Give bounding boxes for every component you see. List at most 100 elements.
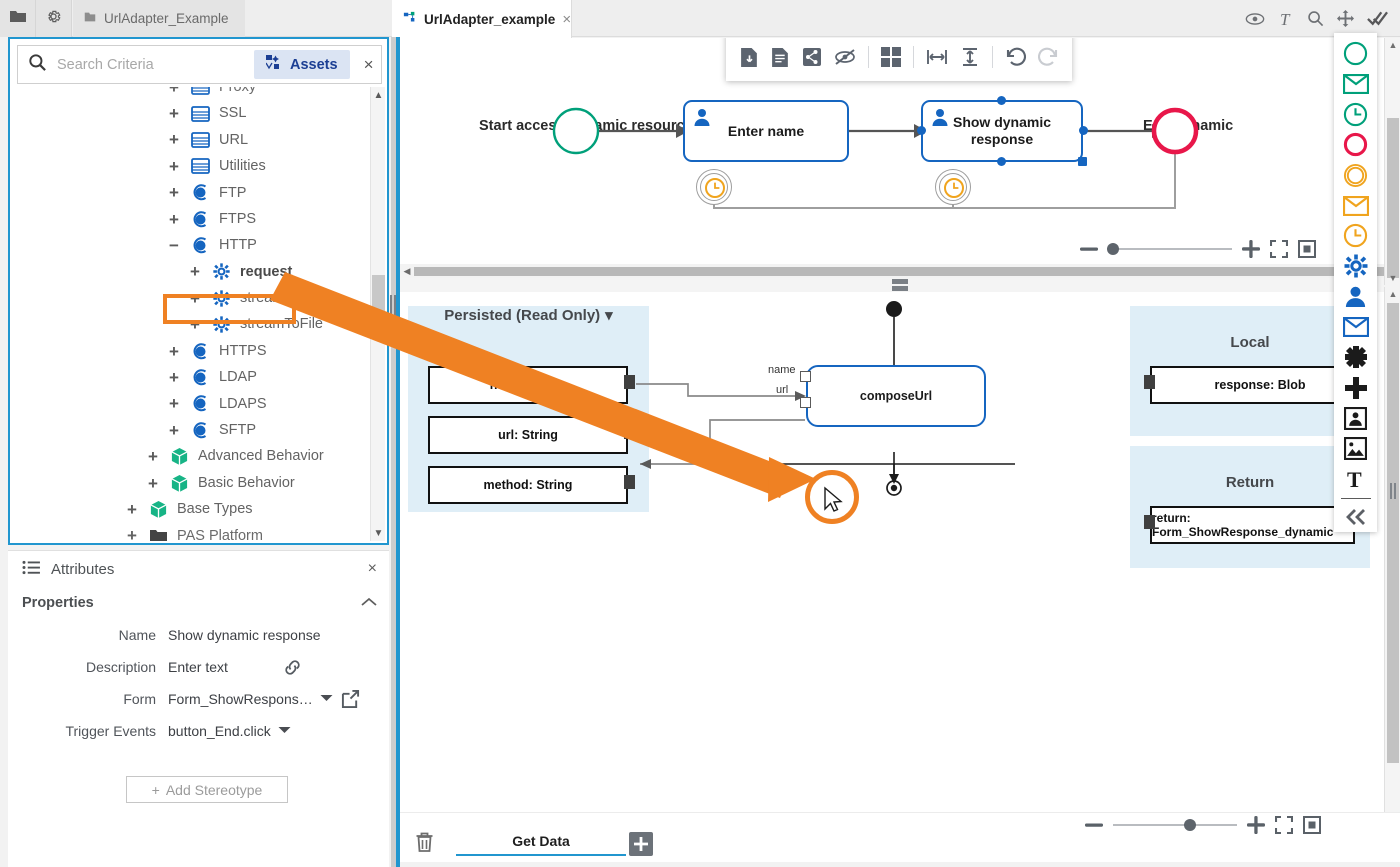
collapse-palette-icon[interactable]: [1338, 503, 1374, 532]
plus-shape-icon[interactable]: [1338, 373, 1374, 402]
collapse-icon[interactable]: −: [166, 237, 182, 254]
hscroll-thumb[interactable]: [414, 267, 1384, 276]
expand-icon[interactable]: +: [166, 369, 182, 386]
expand-icon[interactable]: +: [166, 87, 182, 96]
expand-icon[interactable]: +: [187, 316, 203, 333]
chevron-down-icon[interactable]: [278, 725, 291, 737]
gateway-icon[interactable]: [1338, 343, 1374, 372]
share-icon[interactable]: [802, 47, 822, 67]
task-enter-name[interactable]: Enter name: [683, 100, 849, 162]
expand-icon[interactable]: +: [145, 475, 161, 492]
grid-icon[interactable]: [881, 47, 901, 67]
zoom-slider-track[interactable]: [1113, 824, 1237, 826]
expand-icon[interactable]: +: [166, 158, 182, 175]
tree-item-streamtofile[interactable]: +streamToFile: [12, 312, 372, 338]
open-external-icon[interactable]: [341, 690, 360, 709]
vertical-splitter-grip[interactable]: [390, 295, 396, 317]
double-check-icon[interactable]: [1367, 10, 1388, 27]
tree-item-streamfromfile[interactable]: +streamFromFile: [12, 285, 372, 311]
search-icon[interactable]: [1307, 10, 1324, 27]
expand-icon[interactable]: +: [166, 422, 182, 439]
actual-size-icon[interactable]: [1303, 816, 1321, 834]
selection-handle[interactable]: [1079, 126, 1088, 135]
variable-pin[interactable]: [624, 425, 635, 439]
tree-item-pas-platform[interactable]: +PAS Platform: [12, 523, 372, 541]
tree-item-url[interactable]: +URL: [12, 127, 372, 153]
canvas-splitter[interactable]: [400, 278, 1400, 292]
tree-item-ssl[interactable]: +SSL: [12, 100, 372, 126]
variable-pin[interactable]: [1144, 515, 1155, 529]
scroll-down-icon[interactable]: ▼: [371, 525, 386, 541]
scroll-thumb[interactable]: [372, 275, 385, 320]
zoom-in-button[interactable]: [1242, 240, 1260, 258]
text-icon[interactable]: T: [1278, 10, 1294, 28]
chevron-down-icon[interactable]: [320, 693, 333, 705]
variable-pin[interactable]: [624, 375, 635, 389]
document-tab[interactable]: UrlAdapter_example ×: [392, 0, 572, 38]
user-task-icon[interactable]: [1338, 282, 1374, 311]
project-tab[interactable]: UrlAdapter_Example: [73, 0, 245, 37]
link-icon[interactable]: [283, 658, 302, 677]
assets-filter-button[interactable]: Assets: [254, 50, 350, 79]
trash-icon[interactable]: [414, 831, 435, 858]
fit-screen-icon[interactable]: [1275, 816, 1293, 834]
message-intermediate-event-icon[interactable]: [1338, 191, 1374, 220]
tree-item-ldap[interactable]: +LDAP: [12, 364, 372, 390]
canvas-horizontal-scrollbar[interactable]: ◀: [400, 264, 1400, 278]
document-icon[interactable]: [771, 47, 790, 68]
tab-get-data[interactable]: Get Data: [456, 833, 626, 856]
search-input[interactable]: [55, 56, 246, 74]
scroll-left-icon[interactable]: ◀: [400, 266, 414, 277]
node-composeurl[interactable]: composeUrl: [806, 365, 986, 427]
tree-item-base-types[interactable]: +Base Types: [12, 496, 372, 522]
tree-vertical-scrollbar[interactable]: ▲ ▼: [370, 87, 385, 541]
message-task-icon[interactable]: [1338, 312, 1374, 341]
selection-handle[interactable]: [917, 126, 926, 135]
settings-button[interactable]: [36, 0, 72, 37]
selection-handle[interactable]: [997, 96, 1006, 105]
tree-item-ftps[interactable]: +FTPS: [12, 206, 372, 232]
tree-item-https[interactable]: +HTTPS: [12, 338, 372, 364]
scroll-down-icon[interactable]: ▼: [1385, 271, 1400, 285]
property-value[interactable]: Enter text: [168, 659, 228, 675]
expand-icon[interactable]: +: [145, 448, 161, 465]
expand-icon[interactable]: +: [187, 290, 203, 307]
scroll-thumb[interactable]: [1387, 118, 1399, 278]
selection-handle[interactable]: [1078, 157, 1087, 166]
boundary-timer-event-2[interactable]: [935, 169, 971, 205]
properties-section-header[interactable]: Properties: [8, 587, 389, 619]
property-value[interactable]: Form_ShowRespons…: [168, 691, 333, 707]
text-annotation-icon[interactable]: T: [1338, 464, 1374, 493]
task-show-dynamic-response[interactable]: Show dynamic response: [921, 100, 1083, 162]
right-scrollbar-bottom[interactable]: ▲: [1384, 287, 1400, 812]
timer-intermediate-event-icon[interactable]: [1338, 221, 1374, 250]
fit-screen-icon[interactable]: [1270, 240, 1288, 258]
chevron-up-icon[interactable]: [361, 595, 377, 611]
tree-item-advanced-behavior[interactable]: +Advanced Behavior: [12, 443, 372, 469]
variable-return[interactable]: return: Form_ShowResponse_dynamic: [1150, 506, 1355, 544]
variable-method[interactable]: method: String: [428, 466, 628, 504]
scroll-up-icon[interactable]: ▲: [1385, 287, 1400, 301]
persisted-group-title-row[interactable]: Persisted (Read Only) ▾: [408, 306, 649, 324]
expand-icon[interactable]: +: [166, 105, 182, 122]
right-scrollbar-top[interactable]: ▲ ▼: [1384, 38, 1400, 285]
variable-url[interactable]: url: String: [428, 416, 628, 454]
zoom-slider-track[interactable]: [1108, 248, 1232, 250]
end-event-icon[interactable]: [1338, 130, 1374, 159]
tree-item-ftp[interactable]: +FTP: [12, 180, 372, 206]
input-port-name[interactable]: [800, 371, 811, 382]
tree-item-ldaps[interactable]: +LDAPS: [12, 391, 372, 417]
expand-icon[interactable]: +: [166, 343, 182, 360]
zoom-in-button[interactable]: [1247, 816, 1265, 834]
hide-icon[interactable]: [834, 48, 856, 66]
boundary-timer-event-1[interactable]: [696, 169, 732, 205]
scroll-up-icon[interactable]: ▲: [371, 87, 386, 103]
add-stereotype-button[interactable]: + Add Stereotype: [126, 776, 288, 803]
chevron-down-icon[interactable]: ▾: [605, 306, 613, 324]
zoom-out-button[interactable]: [1080, 246, 1098, 252]
selection-handle[interactable]: [997, 157, 1006, 166]
start-event-icon[interactable]: [1338, 39, 1374, 68]
service-task-icon[interactable]: [1338, 252, 1374, 281]
redo-icon[interactable]: [1038, 47, 1059, 67]
expand-icon[interactable]: +: [124, 527, 140, 541]
